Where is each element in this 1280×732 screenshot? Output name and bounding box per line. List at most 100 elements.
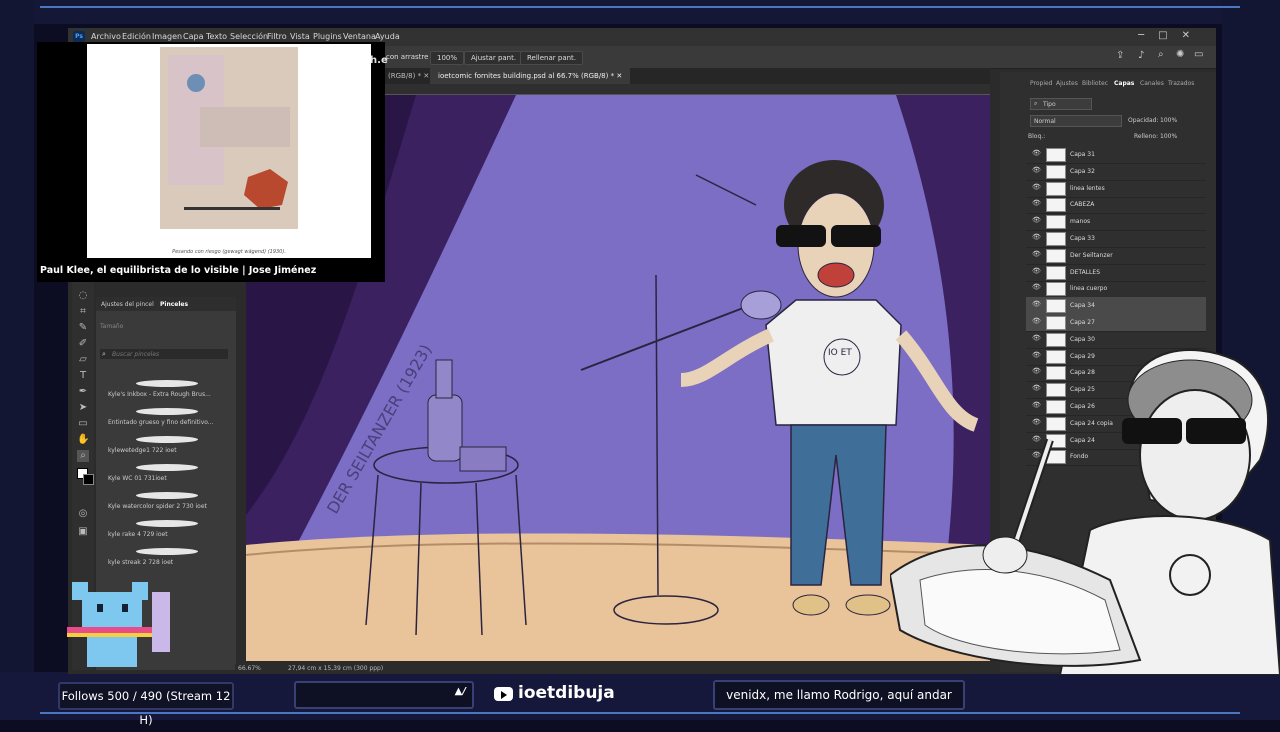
zoom-tool-icon[interactable]: ⌕: [77, 450, 89, 462]
layer-row[interactable]: 👁 CABEZA: [1026, 196, 1206, 215]
layer-name: CABEZA: [1070, 201, 1095, 209]
youtube-icon: [494, 687, 513, 701]
brush-preset[interactable]: Kyle WC 01 731ioet: [106, 461, 206, 487]
visibility-eye-icon[interactable]: 👁: [1032, 283, 1041, 291]
tab-brush-settings[interactable]: Ajustes del pincel: [101, 301, 154, 308]
panel-tabs: Propied Ajustes Bibliotec Capas Canales …: [1026, 76, 1216, 90]
zoom-100-button[interactable]: 100%: [430, 51, 465, 65]
status-zoom[interactable]: 66.67%: [238, 665, 261, 672]
workspace-icon[interactable]: ▭: [1194, 49, 1203, 60]
brushes-panel-tabs: Ajustes del pincel Pinceles: [96, 297, 236, 311]
notifications-icon[interactable]: ♪: [1138, 50, 1144, 61]
menu-capa[interactable]: Capa: [183, 32, 203, 41]
brush-search-input[interactable]: ⌕ Buscar pinceles: [100, 349, 228, 359]
visibility-eye-icon[interactable]: 👁: [1032, 250, 1041, 258]
quick-mask-icon[interactable]: ◎: [77, 508, 89, 520]
tab-libraries[interactable]: Bibliotec: [1082, 80, 1108, 87]
visibility-eye-icon[interactable]: 👁: [1032, 267, 1041, 275]
visibility-eye-icon[interactable]: 👁: [1032, 216, 1041, 224]
brush-preset[interactable]: kylewetedge1 722 ioet: [106, 433, 206, 459]
visibility-eye-icon[interactable]: 👁: [1032, 317, 1041, 325]
eraser-tool-icon[interactable]: ▱: [77, 354, 89, 366]
layer-thumbnail: [1046, 316, 1066, 330]
brush-preset[interactable]: Entintado grueso y fino definitivo...: [106, 405, 214, 431]
menu-seleccion[interactable]: Selección: [230, 32, 268, 41]
visibility-eye-icon[interactable]: 👁: [1032, 233, 1041, 241]
visibility-eye-icon[interactable]: 👁: [1032, 183, 1041, 191]
shirt-logo: IO ET: [828, 348, 852, 358]
menu-vista[interactable]: Vista: [290, 32, 310, 41]
menu-imagen[interactable]: Imagen: [152, 32, 182, 41]
layer-row[interactable]: 👁 linea cuerpo: [1026, 280, 1206, 299]
tab-document-active[interactable]: ioetcomic fornites building.psd al 66.7%…: [430, 68, 631, 84]
eyedropper-tool-icon[interactable]: ✎: [77, 322, 89, 334]
tab-brushes[interactable]: Pinceles: [160, 301, 188, 308]
tab-paths[interactable]: Trazados: [1168, 80, 1194, 87]
tips-icon[interactable]: ✺: [1176, 49, 1184, 60]
background-color-swatch[interactable]: [83, 474, 94, 485]
menu-ayuda[interactable]: Ayuda: [375, 32, 400, 41]
brush-preset-label: kylewetedge1 722 ioet: [108, 447, 177, 454]
layer-row[interactable]: 👁 Capa 34: [1026, 297, 1206, 316]
layer-thumbnail: [1046, 181, 1066, 196]
close-icon[interactable]: ✕: [1182, 30, 1204, 41]
path-select-tool-icon[interactable]: ➤: [77, 402, 89, 414]
brush-preset[interactable]: Kyle's Inkbox - Extra Rough Brus...: [106, 377, 211, 403]
fit-screen-button[interactable]: Ajustar pant.: [464, 51, 524, 65]
layer-thumbnail: [1046, 215, 1066, 230]
screen-mode-icon[interactable]: ▣: [77, 526, 89, 538]
follows-counter: Follows 500 / 490 (Stream 12 H): [58, 682, 234, 727]
layer-row[interactable]: 👁 Capa 32: [1026, 163, 1206, 181]
brush-size-label: Tamaño: [100, 323, 124, 330]
brush-stroke-preview: [136, 492, 198, 499]
visibility-eye-icon[interactable]: 👁: [1032, 149, 1041, 157]
visibility-eye-icon[interactable]: 👁: [1032, 300, 1041, 308]
layer-row[interactable]: 👁 Capa 33: [1026, 230, 1206, 248]
pen-tool-icon[interactable]: ✒: [77, 386, 89, 398]
tab-adjustments[interactable]: Ajustes: [1056, 80, 1078, 87]
brush-preset[interactable]: kyle streak 2 728 ioet: [106, 545, 206, 571]
close-tab-icon[interactable]: ✕: [616, 72, 622, 80]
tab-layers[interactable]: Capas: [1114, 80, 1134, 87]
type-tool-icon[interactable]: T: [77, 370, 89, 382]
search-icon[interactable]: ⌕: [1158, 49, 1164, 60]
blend-mode-select[interactable]: Normal: [1030, 115, 1122, 127]
brush-preset[interactable]: Kyle watercolor spider 2 730 ioet: [106, 489, 207, 515]
minimize-icon[interactable]: ─: [1138, 30, 1158, 41]
brush-preset[interactable]: kyle rake 4 729 ioet: [106, 517, 206, 543]
menu-archivo[interactable]: Archivo: [91, 32, 121, 41]
layer-row[interactable]: 👁 manos: [1026, 213, 1206, 232]
fill-value[interactable]: 100%: [1160, 133, 1177, 140]
layer-row[interactable]: 👁 linea lentes: [1026, 180, 1206, 198]
brush-tool-icon[interactable]: ✐: [77, 338, 89, 350]
shape-tool-icon[interactable]: ▭: [77, 418, 89, 430]
tab-properties[interactable]: Propied: [1030, 80, 1053, 87]
scroll-all-label[interactable]: con arrastre: [386, 53, 428, 61]
visibility-eye-icon[interactable]: 👁: [1032, 166, 1041, 174]
tab-document-1[interactable]: (RGB/8) * ✕: [380, 68, 437, 84]
layer-row[interactable]: 👁 DETALLES: [1026, 264, 1206, 282]
layer-row[interactable]: 👁 Der Seiltanzer: [1026, 247, 1206, 265]
video-caption: Paul Klee, el equilibrista de lo visible…: [40, 265, 317, 276]
frame-border-line: [40, 6, 1240, 8]
share-icon[interactable]: ⇪: [1116, 50, 1124, 61]
close-tab-icon[interactable]: ✕: [423, 72, 429, 80]
fill-screen-button[interactable]: Rellenar pant.: [520, 51, 584, 65]
menu-edicion[interactable]: Edición: [122, 32, 151, 41]
maximize-icon[interactable]: □: [1158, 30, 1181, 41]
tab-channels[interactable]: Canales: [1140, 80, 1164, 87]
lasso-tool-icon[interactable]: ◌: [77, 290, 89, 302]
hand-tool-icon[interactable]: ✋: [77, 434, 89, 446]
opacity-label: Opacidad:: [1128, 117, 1159, 124]
opacity-value[interactable]: 100%: [1160, 117, 1177, 124]
menu-filtro[interactable]: Filtro: [267, 32, 287, 41]
menu-plugins[interactable]: Plugins: [313, 32, 342, 41]
visibility-eye-icon[interactable]: 👁: [1032, 199, 1041, 207]
layer-row[interactable]: 👁 Capa 31: [1026, 146, 1206, 164]
menu-ventana[interactable]: Ventana: [343, 32, 376, 41]
layer-name: linea cuerpo: [1070, 285, 1108, 293]
layer-kind-filter[interactable]: ⌕ Tipo: [1030, 98, 1092, 110]
brush-stroke-preview: [136, 380, 198, 387]
menu-texto[interactable]: Texto: [206, 32, 227, 41]
crop-tool-icon[interactable]: ⌗: [77, 306, 89, 318]
